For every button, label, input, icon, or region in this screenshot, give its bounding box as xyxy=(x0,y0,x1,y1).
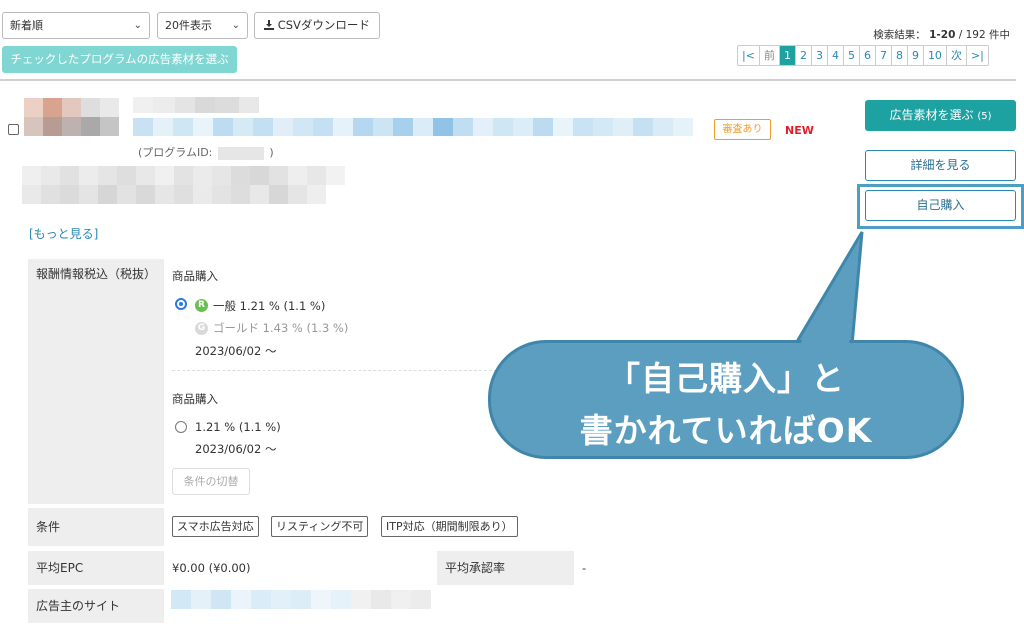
callout-line2: 書かれていればOK xyxy=(579,411,873,450)
callout-line1: 「自己購入」と xyxy=(607,359,845,398)
callout-pointer-join xyxy=(799,238,860,346)
